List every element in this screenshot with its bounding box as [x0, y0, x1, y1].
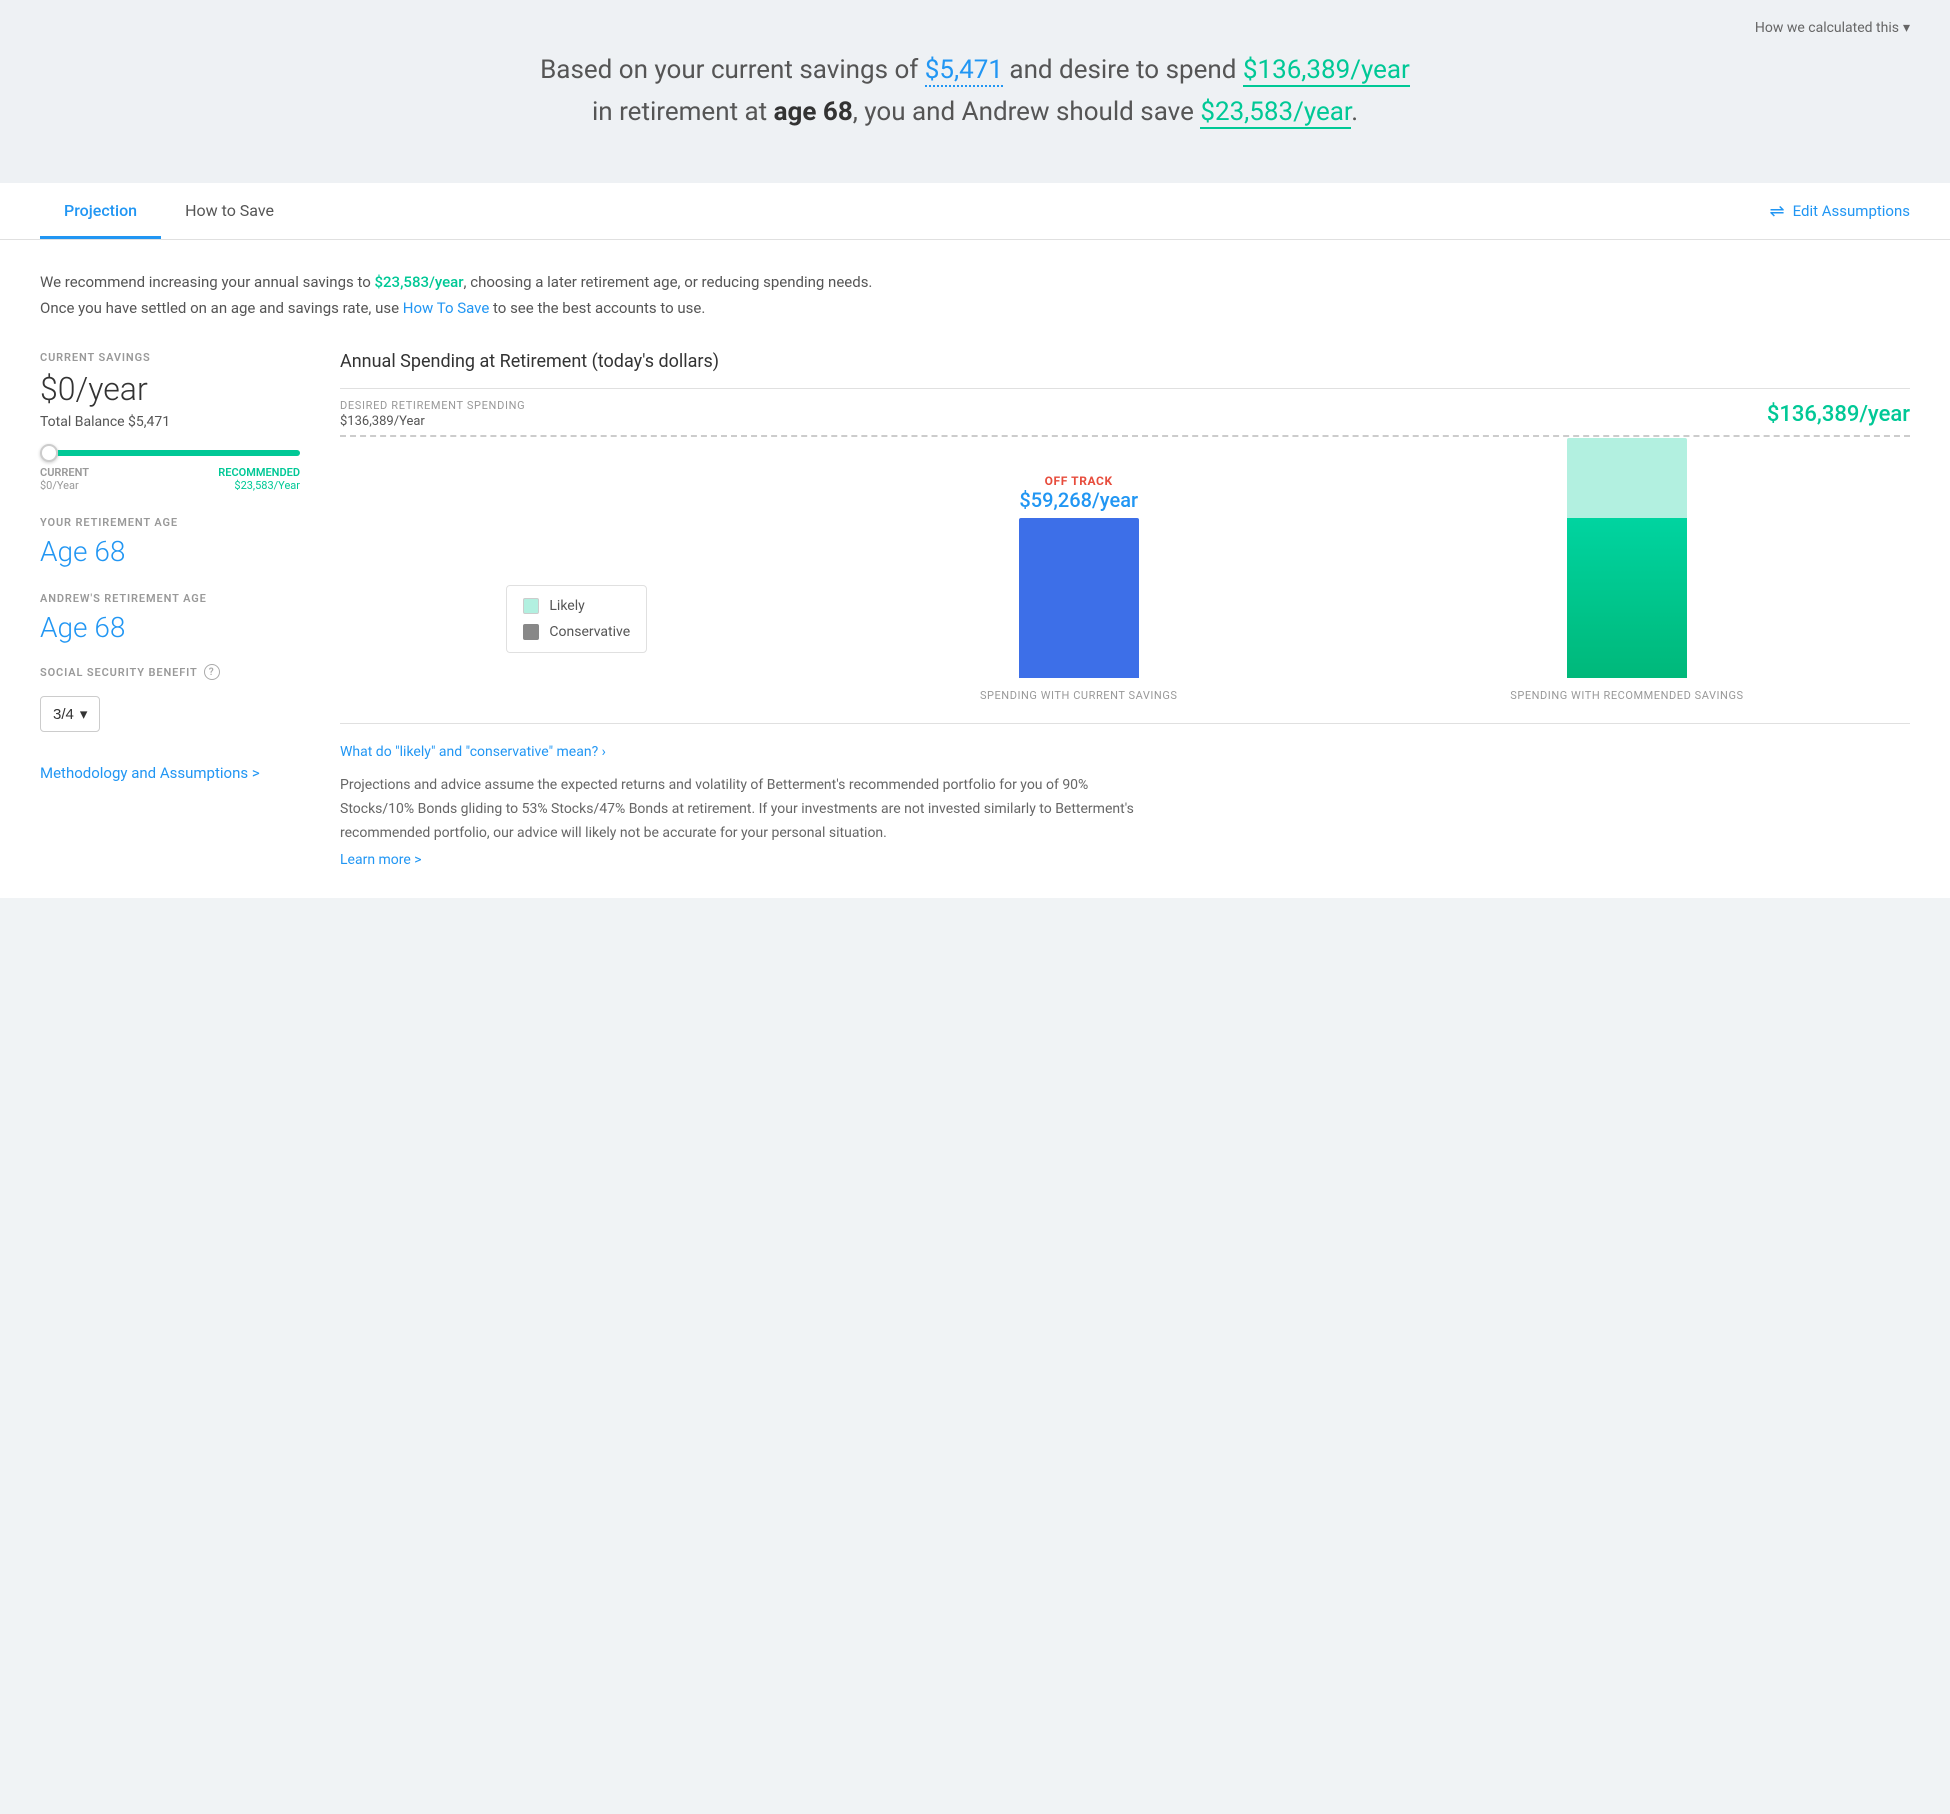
hero-text: Based on your current savings of $5,471 … [40, 50, 1910, 133]
what-likely-link[interactable]: What do "likely" and "conservative" mean… [340, 744, 1910, 760]
your-retirement-age-value: Age 68 [40, 535, 300, 568]
how-calculated-label: How we calculated this [1755, 20, 1899, 36]
social-security-dropdown[interactable]: 3/4 ▾ [40, 696, 100, 732]
hero-text-5: . [1351, 97, 1358, 127]
retirement-age-badge: age 68 [774, 97, 853, 127]
how-to-save-link[interactable]: How To Save [403, 299, 490, 317]
chart-container: Desired Retirement Spending $136,389/Yea… [340, 388, 1910, 713]
tab-how-to-save[interactable]: How to Save [161, 183, 298, 239]
how-calculated-button[interactable]: How we calculated this ▾ [1755, 20, 1910, 36]
recommended-bar-top [1567, 438, 1687, 518]
desired-line-row: Desired Retirement Spending $136,389/Yea… [340, 389, 1910, 429]
current-savings-label: Current Savings [40, 351, 300, 364]
social-security-section: Social Security Benefit ? 3/4 ▾ [40, 664, 300, 732]
current-bar-wrapper [1019, 518, 1139, 678]
bars-area: Likely Conservative OFF TRACK $59, [340, 443, 1910, 703]
tab-projection[interactable]: Projection [40, 183, 161, 239]
desired-amount-top: $136,389/year [1767, 402, 1910, 427]
total-balance: Total Balance $5,471 [40, 414, 300, 430]
hero-text-2: and desire to spend [1003, 55, 1243, 85]
legend-box: Likely Conservative [506, 585, 647, 653]
social-security-label: Social Security Benefit [40, 666, 198, 679]
your-retirement-age-section: Your Retirement Age Age 68 [40, 516, 300, 568]
hero-text-1: Based on your current savings of [540, 55, 925, 85]
andrew-retirement-age-label: Andrew's Retirement Age [40, 592, 300, 605]
edit-assumptions-label: Edit Assumptions [1793, 202, 1910, 220]
recommended-savings-bar-group: Spending With Recommended Savings [1510, 438, 1743, 703]
hero-section: How we calculated this ▾ Based on your c… [0, 0, 1950, 183]
legend-conservative: Conservative [523, 624, 630, 640]
help-icon[interactable]: ? [204, 664, 220, 680]
projection-text: Projections and advice assume the expect… [340, 774, 1140, 845]
methodology-link[interactable]: Methodology and Assumptions > [40, 762, 300, 785]
conservative-label: Conservative [549, 624, 630, 640]
main-content: We recommend increasing your annual savi… [0, 240, 1950, 897]
hero-text-3: in retirement at [592, 97, 774, 127]
conservative-color-swatch [523, 624, 539, 640]
hero-text-4: , you and Andrew should save [853, 97, 1201, 127]
off-track-label: OFF TRACK [1019, 474, 1138, 488]
slider-fill [58, 450, 300, 456]
current-savings-link[interactable]: $5,471 [925, 55, 1003, 87]
dropdown-chevron-icon: ▾ [80, 705, 88, 723]
savings-recommendation-link: $23,583/year [375, 273, 464, 291]
current-savings-bar-group: OFF TRACK $59,268/year Spending With Cur… [980, 474, 1178, 703]
desired-spending-link[interactable]: $136,389/year [1243, 55, 1410, 87]
andrew-retirement-age-section: Andrew's Retirement Age Age 68 [40, 592, 300, 644]
current-savings-section: Current Savings $0/year Total Balance $5… [40, 351, 300, 430]
slider-track [40, 450, 300, 456]
edit-assumptions-button[interactable]: ⇌ Edit Assumptions [1770, 201, 1910, 222]
recommended-savings-link[interactable]: $23,583/year [1200, 97, 1351, 129]
likely-label: Likely [549, 598, 584, 614]
learn-more-link[interactable]: Learn more > [340, 852, 1910, 868]
savings-slider[interactable]: Current $0/Year Recommended $23,583/Year [40, 450, 300, 492]
slider-labels: Current $0/Year Recommended $23,583/Year [40, 466, 300, 492]
recommended-bar-label: Spending With Recommended Savings [1510, 688, 1743, 703]
current-bar-visual [1019, 518, 1139, 678]
slider-thumb [40, 444, 58, 462]
your-retirement-age-label: Your Retirement Age [40, 516, 300, 529]
current-bar-amount: $59,268/year [1019, 488, 1138, 512]
current-savings-value: $0/year [40, 370, 300, 408]
slider-label-left: Current $0/Year [40, 466, 89, 492]
off-track-label-container: OFF TRACK $59,268/year [1019, 474, 1138, 512]
desired-amount-label: $136,389/Year [340, 414, 525, 429]
recommended-bar-wrapper [1567, 438, 1687, 678]
chart-title: Annual Spending at Retirement (today's d… [340, 351, 1910, 372]
legend-container: Likely Conservative [506, 463, 647, 703]
tabs-left: Projection How to Save [40, 183, 298, 239]
left-panel: Current Savings $0/year Total Balance $5… [40, 351, 300, 867]
chart-bottom: What do "likely" and "conservative" mean… [340, 723, 1910, 867]
social-security-value: 3/4 [53, 706, 74, 723]
tabs-bar: Projection How to Save ⇌ Edit Assumption… [0, 183, 1950, 240]
right-panel: Annual Spending at Retirement (today's d… [340, 351, 1910, 867]
legend-likely: Likely [523, 598, 630, 614]
andrew-retirement-age-value: Age 68 [40, 611, 300, 644]
desired-retirement-label: Desired Retirement Spending [340, 399, 525, 412]
recommended-bar-main [1567, 518, 1687, 678]
likely-color-swatch [523, 598, 539, 614]
slider-label-right: Recommended $23,583/Year [218, 466, 300, 492]
chevron-icon: ▾ [1903, 20, 1910, 36]
sliders-icon: ⇌ [1770, 201, 1785, 222]
content-grid: Current Savings $0/year Total Balance $5… [40, 351, 1910, 867]
current-bar-label: Spending With Current Savings [980, 688, 1178, 703]
recommendation-text: We recommend increasing your annual savi… [40, 270, 940, 321]
